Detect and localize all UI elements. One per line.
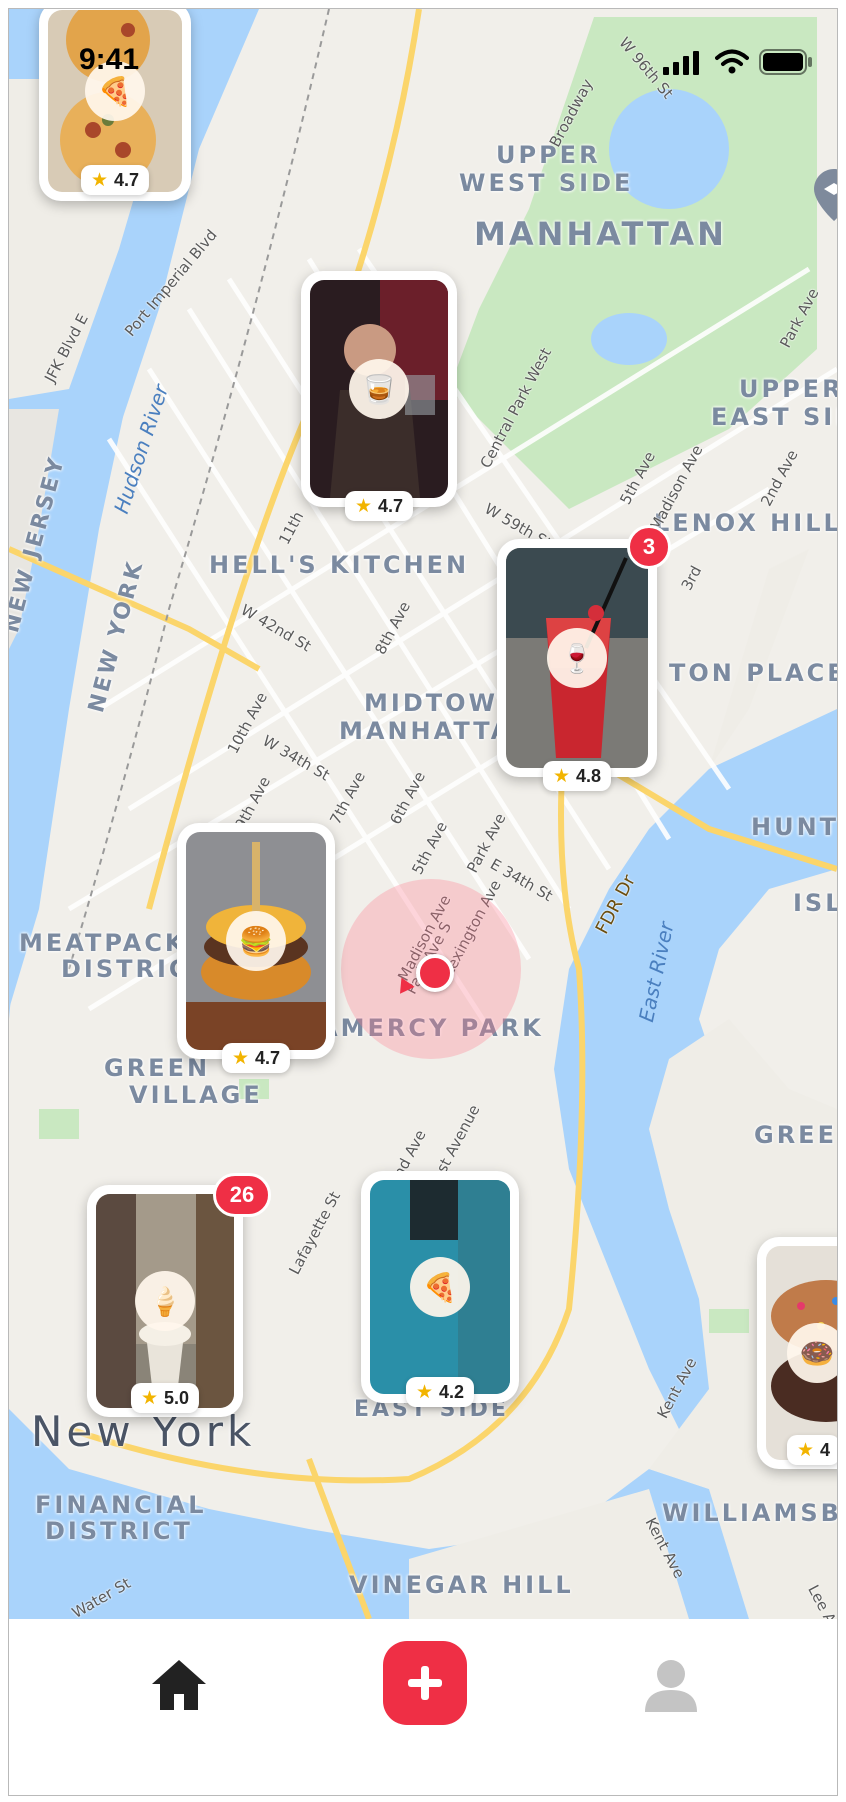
area-label: GREEN <box>754 1121 837 1149</box>
tab-home[interactable] <box>149 1655 209 1715</box>
ice-cream-icon: 🍦 <box>135 1271 195 1331</box>
tab-bar <box>9 1619 837 1795</box>
area-label: ISL <box>793 889 837 917</box>
count-badge: 26 <box>213 1173 271 1217</box>
rating-badge: ★ 4.7 <box>221 1043 291 1073</box>
area-label: VILLAGE <box>129 1081 263 1109</box>
star-icon: ★ <box>354 495 373 517</box>
area-label: MANHATTAN <box>474 215 727 253</box>
place-pin[interactable]: 🍕 ★ 4.2 <box>361 1171 519 1407</box>
map[interactable]: UPPER WEST SIDE MANHATTAN HELL'S KITCHEN… <box>9 9 837 1619</box>
area-label: UPPER <box>496 141 601 169</box>
rating-badge: ★ 4 <box>787 1435 837 1465</box>
star-icon: ★ <box>90 169 109 191</box>
rating-badge: ★ 4.8 <box>542 761 612 791</box>
area-label: HELL'S KITCHEN <box>209 551 470 579</box>
burger-icon: 🍔 <box>226 911 286 971</box>
star-icon: ★ <box>552 765 571 787</box>
area-label: HUNTE <box>751 813 837 841</box>
rating-value: 4.2 <box>439 1381 465 1402</box>
profile-icon <box>645 1660 697 1712</box>
add-button[interactable] <box>383 1641 467 1725</box>
phone-frame: UPPER WEST SIDE MANHATTAN HELL'S KITCHEN… <box>8 8 838 1796</box>
star-icon: ★ <box>797 1439 815 1461</box>
area-label: UPPER <box>739 375 837 403</box>
area-label: MEATPACK <box>19 929 187 957</box>
wine-icon: 🍷 <box>547 628 607 688</box>
place-pin[interactable]: 🥃 ★ 4.7 <box>301 271 457 521</box>
rating-badge: ★ 4.7 <box>80 165 150 195</box>
star-icon: ★ <box>415 1381 434 1403</box>
rating-value: 4 <box>820 1439 831 1460</box>
place-pin[interactable]: 🍔 ★ 4.7 <box>177 823 335 1073</box>
battery-icon <box>759 49 812 75</box>
pizza-icon: 🍕 <box>410 1257 470 1317</box>
home-icon <box>152 1660 206 1710</box>
rating-value: 4.7 <box>255 1047 281 1068</box>
current-location-dot[interactable] <box>416 954 454 992</box>
wifi-icon <box>715 49 749 74</box>
area-label: DISTRIC <box>61 955 190 983</box>
rating-badge: ★ 4.2 <box>405 1377 475 1407</box>
whiskey-icon: 🥃 <box>349 359 409 419</box>
place-pin[interactable]: 🍦 ★ 5.0 26 <box>87 1173 271 1417</box>
rating-badge: ★ 4.7 <box>344 491 414 521</box>
count-badge: 3 <box>627 525 671 569</box>
area-label: FINANCIAL <box>35 1491 207 1519</box>
status-time: 9:41 <box>79 43 140 76</box>
area-label: LENOX HILL <box>654 509 837 537</box>
area-label: DISTRICT <box>45 1517 193 1545</box>
area-label: WILLIAMSBU <box>662 1499 837 1527</box>
star-icon: ★ <box>231 1047 250 1069</box>
rating-badge: ★ 5.0 <box>130 1383 200 1413</box>
area-label: TON PLACE <box>669 659 837 687</box>
rating-value: 5.0 <box>164 1387 190 1408</box>
place-pin[interactable]: 🍩 ★ 4 <box>757 1237 837 1469</box>
museum-marker-icon[interactable] <box>814 169 837 221</box>
area-label: EAST SID <box>711 403 837 431</box>
place-pin[interactable]: 🍷 ★ 4.8 3 <box>497 525 671 791</box>
rating-value: 4.7 <box>378 495 404 516</box>
area-label: VINEGAR HILL <box>349 1571 574 1599</box>
plus-icon <box>408 1666 442 1700</box>
rating-value: 4.7 <box>114 169 140 190</box>
area-label: WEST SIDE <box>459 169 634 197</box>
cellular-signal-icon <box>663 51 699 75</box>
rating-value: 4.8 <box>576 765 602 786</box>
status-bar: 9:41 <box>9 9 837 109</box>
star-icon: ★ <box>140 1387 159 1409</box>
tab-profile[interactable] <box>641 1655 701 1715</box>
